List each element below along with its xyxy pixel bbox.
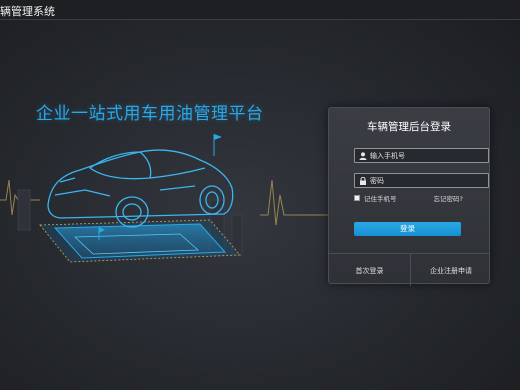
- remember-phone-checkbox[interactable]: 记住手机号: [354, 193, 397, 203]
- login-button[interactable]: 登录: [354, 222, 461, 236]
- hero-slogan: 企业一站式用车用油管理平台: [36, 104, 264, 124]
- pulse-lines: [0, 179, 330, 226]
- first-login-link[interactable]: 首次登录: [329, 266, 410, 276]
- forgot-password-link[interactable]: 忘记密码?: [434, 193, 463, 203]
- login-title: 车辆管理后台登录: [367, 121, 451, 133]
- login-panel: 车辆管理后台登录 记住手机号 忘记密码? 登录 首次登录 企业注册申请: [328, 107, 491, 286]
- password-field[interactable]: [354, 173, 489, 188]
- enterprise-register-link[interactable]: 企业注册申请: [411, 266, 491, 276]
- phone-input[interactable]: [367, 149, 488, 162]
- lock-icon: [358, 176, 367, 185]
- car-wireframe: [47, 149, 234, 228]
- panel-footer: 首次登录 企业注册申请: [329, 253, 491, 286]
- user-icon: [358, 151, 367, 160]
- checkbox-box[interactable]: [354, 195, 360, 201]
- platform: [39, 219, 241, 263]
- app-title: 辆管理系统: [0, 5, 55, 18]
- phone-field[interactable]: [354, 148, 489, 163]
- password-input[interactable]: [367, 174, 488, 187]
- top-bar: 辆管理系统: [0, 0, 520, 20]
- remember-label: 记住手机号: [364, 195, 397, 203]
